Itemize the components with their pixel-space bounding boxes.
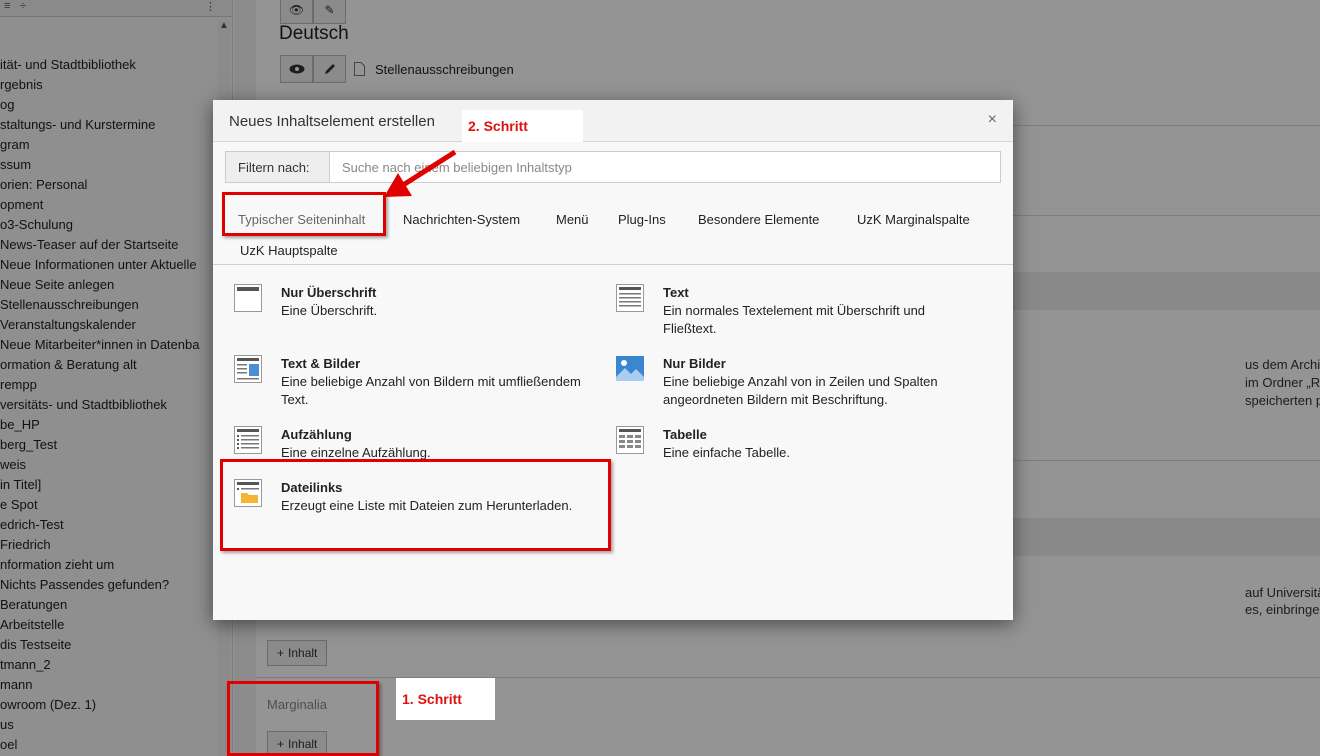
element-title: Text [663, 285, 689, 300]
element-nur-ueberschrift[interactable]: Nur Überschrift Eine Überschrift. [234, 284, 584, 320]
element-title: Text & Bilder [281, 356, 361, 371]
element-title: Tabelle [663, 427, 707, 442]
table-icon [616, 426, 644, 454]
element-nur-bilder[interactable]: Nur Bilder Eine beliebige Anzahl von in … [616, 355, 991, 409]
dialog-title: Neues Inhaltselement erstellen [229, 113, 435, 130]
step1-note: 1. Schritt [396, 678, 495, 720]
tab-menu[interactable]: Menü [556, 212, 589, 227]
images-only-icon [616, 356, 644, 381]
element-title: Nur Überschrift [281, 285, 377, 300]
dialog-header: Neues Inhaltselement erstellen × [213, 100, 1013, 142]
element-description: Eine Überschrift. [281, 303, 378, 318]
element-description: Ein normales Textelement mit Überschrift… [663, 303, 926, 336]
element-aufzaehlung[interactable]: Aufzählung Eine einzelne Aufzählung. [234, 426, 584, 462]
tab-nachrichten-system[interactable]: Nachrichten-System [403, 212, 520, 227]
text-image-icon [234, 355, 262, 383]
text-icon [616, 284, 644, 312]
header-only-icon [234, 284, 262, 312]
element-description: Eine einfache Tabelle. [663, 445, 790, 460]
annotation-box-tab [222, 192, 386, 236]
filter-label: Filtern nach: [226, 152, 330, 182]
element-text-bilder[interactable]: Text & Bilder Eine beliebige Anzahl von … [234, 355, 609, 409]
tab-uzk-hauptspalte[interactable]: UzK Hauptspalte [240, 243, 338, 258]
element-tabelle[interactable]: Tabelle Eine einfache Tabelle. [616, 426, 966, 462]
element-description: Eine beliebige Anzahl von in Zeilen und … [663, 374, 938, 407]
element-title: Aufzählung [281, 427, 352, 442]
step2-note: 2. Schritt [462, 110, 583, 142]
step1-label: 1. Schritt [402, 691, 462, 707]
tab-plug-ins[interactable]: Plug-Ins [618, 212, 666, 227]
bullet-list-icon [234, 426, 262, 454]
tab-uzk-marginalspalte[interactable]: UzK Marginalspalte [857, 212, 970, 227]
filter-input[interactable] [330, 152, 1000, 182]
close-icon[interactable]: × [988, 111, 997, 129]
element-title: Nur Bilder [663, 356, 726, 371]
tabs-divider [213, 264, 1013, 265]
annotation-box-dateilinks [220, 459, 611, 551]
filter-row: Filtern nach: [225, 151, 1001, 183]
element-description: Eine beliebige Anzahl von Bildern mit um… [281, 374, 581, 407]
tab-besondere-elemente[interactable]: Besondere Elemente [698, 212, 819, 227]
annotation-box-marginalia [227, 681, 379, 756]
element-text[interactable]: Text Ein normales Textelement mit Übersc… [616, 284, 976, 338]
step2-label: 2. Schritt [468, 118, 528, 134]
